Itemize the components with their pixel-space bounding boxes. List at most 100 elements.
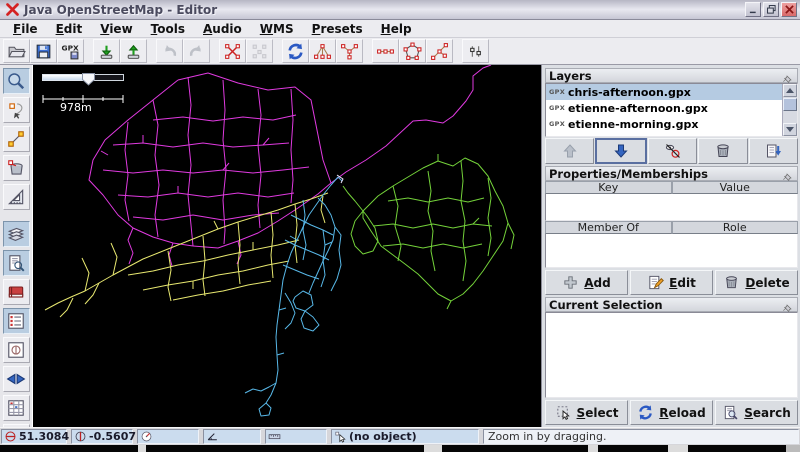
layer-row[interactable]: GPXetienne-afternoon.gpx: [546, 100, 782, 116]
toggle-properties-dialog-button[interactable]: [3, 250, 30, 276]
close-button[interactable]: [781, 2, 797, 17]
scroll-track[interactable]: [783, 112, 797, 123]
sticky-pin-icon[interactable]: [782, 299, 794, 311]
toggle-relations-dialog-button[interactable]: [3, 395, 30, 421]
upload-data-button[interactable]: [120, 39, 147, 63]
menu-tools[interactable]: Tools: [142, 21, 194, 37]
delete-layer-button[interactable]: [698, 138, 747, 164]
split-way-button[interactable]: [219, 39, 246, 63]
menu-help[interactable]: Help: [372, 21, 421, 37]
toggle-layers-dialog-button[interactable]: [3, 221, 30, 247]
right-panel: Layers GPXchris-afternoon.gpxGPXetienne-…: [541, 65, 800, 427]
sticky-pin-icon[interactable]: [782, 70, 794, 82]
search-button[interactable]: Search: [715, 400, 798, 425]
align-nodes-circle-button[interactable]: [399, 39, 426, 63]
delete-button[interactable]: Delete: [715, 270, 798, 295]
menu-edit[interactable]: Edit: [47, 21, 92, 37]
gpx-badge: GPX: [549, 88, 565, 96]
layers-scrollbar[interactable]: [782, 84, 797, 136]
align-line-icon: [376, 42, 395, 61]
undo-button[interactable]: [156, 39, 183, 63]
layer-row[interactable]: GPXnorman-morning.gpx: [546, 132, 782, 136]
memberships-table-header: Member Of Role: [545, 221, 798, 234]
scroll-down-button[interactable]: [783, 123, 797, 136]
taskbar-gap: [424, 445, 442, 452]
scroll-up-button[interactable]: [783, 84, 797, 97]
josm-window: Java OpenStreetMap - Editor FileEditView…: [0, 0, 800, 452]
unglue-way-button[interactable]: [246, 39, 273, 63]
selection-panel-title: Current Selection: [549, 298, 782, 312]
properties-table-body[interactable]: [545, 194, 798, 221]
open-button[interactable]: [3, 39, 30, 63]
select-button[interactable]: Select: [545, 400, 628, 425]
angle-field: [203, 429, 261, 444]
map-canvas[interactable]: 978m: [33, 65, 541, 427]
menu-view[interactable]: View: [91, 21, 141, 37]
layer-row[interactable]: GPXchris-afternoon.gpx: [546, 84, 782, 100]
window-title: Java OpenStreetMap - Editor: [24, 3, 743, 17]
toggle-command-stack-dialog-button[interactable]: [3, 337, 30, 363]
delete-mode-button[interactable]: [3, 155, 30, 181]
redo-button[interactable]: [183, 39, 210, 63]
gpx-export-icon: GPX: [61, 42, 80, 61]
memberships-table-body[interactable]: [545, 234, 798, 268]
svg-text:GPX: GPX: [62, 43, 79, 52]
trash-icon: [723, 274, 740, 291]
select-mode-button[interactable]: [3, 97, 30, 123]
show-hide-layer-button[interactable]: [648, 138, 697, 164]
menu-wms[interactable]: WMS: [251, 21, 303, 37]
save-icon: [34, 42, 53, 61]
download-data-button[interactable]: [93, 39, 120, 63]
toggle-dialog-partial-button[interactable]: [3, 424, 30, 427]
measure-mode-button[interactable]: [3, 184, 30, 210]
toggle-selection-dialog-button[interactable]: [3, 308, 30, 334]
draw-segment-mode-button[interactable]: [3, 126, 30, 152]
restore-button[interactable]: [763, 2, 779, 17]
heading-field: [137, 429, 199, 444]
sticky-pin-icon[interactable]: [782, 168, 794, 180]
reverse-way-button[interactable]: [282, 39, 309, 63]
merge-nodes-button[interactable]: [336, 39, 363, 63]
layers-list-box: GPXchris-afternoon.gpxGPXetienne-afterno…: [545, 83, 798, 137]
menu-file[interactable]: File: [4, 21, 47, 37]
select-cursor-icon: [555, 404, 572, 421]
desktop-taskbar-sliver: [0, 445, 800, 452]
scroll-thumb[interactable]: [783, 98, 797, 111]
merge-layer-down-button[interactable]: [749, 138, 798, 164]
selection-list[interactable]: [545, 312, 798, 398]
key-column-header: Key: [545, 181, 672, 194]
layer-buttons: [545, 138, 798, 164]
zoom-slider-handle[interactable]: [82, 71, 95, 84]
value-column-header: Value: [672, 181, 799, 194]
menu-presets[interactable]: Presets: [303, 21, 372, 37]
export-gpx-button[interactable]: GPX: [57, 39, 84, 63]
audio-preferences-button[interactable]: [462, 39, 489, 63]
add-button[interactable]: Add: [545, 270, 628, 295]
window-controls: [743, 2, 797, 17]
move-layer-up-button[interactable]: [545, 138, 594, 164]
edit-pencil-icon: [647, 274, 664, 291]
edit-button[interactable]: Edit: [630, 270, 713, 295]
toggle-conflict-dialog-button[interactable]: [3, 366, 30, 392]
zoom-slider[interactable]: [42, 73, 124, 82]
menu-audio[interactable]: Audio: [194, 21, 251, 37]
combine-ways-button[interactable]: [309, 39, 336, 63]
selection-panel-header: Current Selection: [545, 297, 798, 312]
distribute-nodes-button[interactable]: [426, 39, 453, 63]
josm-logo-icon: [5, 2, 20, 17]
align-nodes-line-button[interactable]: [372, 39, 399, 63]
gpx-track-green: [343, 154, 514, 309]
reload-button[interactable]: Reload: [630, 400, 713, 425]
split-node-icon: [430, 42, 449, 61]
merge-nodes-icon: [340, 42, 359, 61]
role-column-header: Role: [672, 221, 799, 234]
gpx-track-magenta: [89, 65, 491, 266]
scale-label: 978m: [60, 101, 92, 114]
move-layer-down-button[interactable]: [595, 138, 646, 164]
zoom-mode-button[interactable]: [3, 68, 30, 94]
minimize-button[interactable]: [745, 2, 761, 17]
layer-row[interactable]: GPXetienne-morning.gpx: [546, 116, 782, 132]
layers-panel-header: Layers: [545, 68, 798, 83]
save-button[interactable]: [30, 39, 57, 63]
toggle-history-dialog-button[interactable]: [3, 279, 30, 305]
